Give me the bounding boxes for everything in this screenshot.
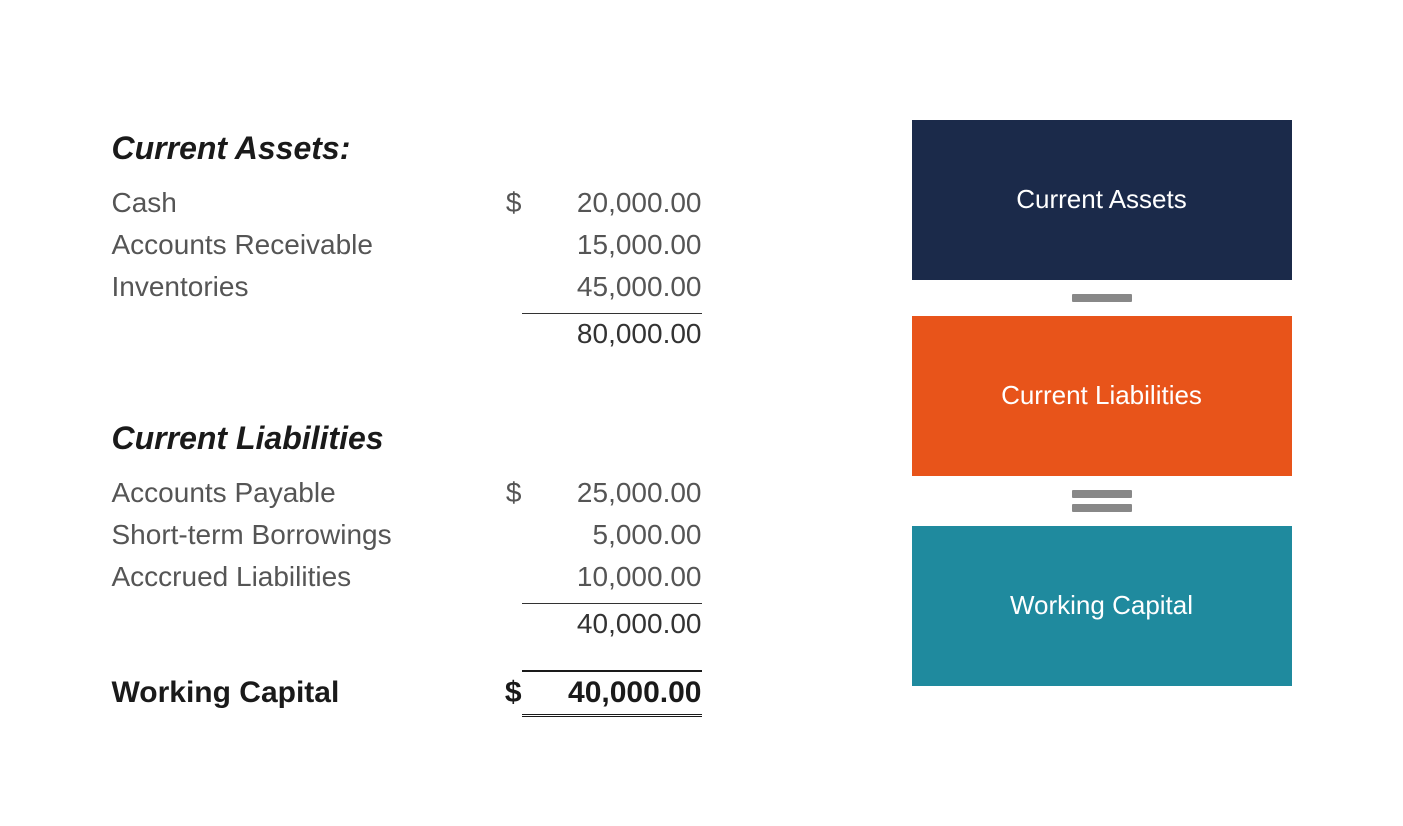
inventories-label: Inventories <box>112 271 492 303</box>
cash-row: Cash $ 20,000.00 <box>112 187 832 219</box>
accrued-liabilities-label: Acccrued Liabilities <box>112 561 492 593</box>
ap-dollar: $ <box>492 477 522 509</box>
short-term-borrowings-label: Short-term Borrowings <box>112 519 492 551</box>
current-liabilities-card-label: Current Liabilities <box>1001 380 1202 411</box>
accrued-liabilities-row: Acccrued Liabilities 10,000.00 <box>112 561 832 593</box>
cash-dollar: $ <box>492 187 522 219</box>
inventories-row: Inventories 45,000.00 <box>112 271 832 303</box>
accrued-liabilities-value: 10,000.00 <box>522 561 702 593</box>
minus-symbol <box>1072 280 1132 316</box>
current-assets-card: Current Assets <box>912 120 1292 280</box>
main-container: Current Assets: Cash $ 20,000.00 Account… <box>52 70 1352 757</box>
current-assets-header: Current Assets: <box>112 130 832 167</box>
short-term-borrowings-value: 5,000.00 <box>522 519 702 551</box>
working-capital-row: Working Capital $ 40,000.00 <box>112 670 832 717</box>
accounts-receivable-row: Accounts Receivable 15,000.00 <box>112 229 832 261</box>
current-assets-subtotal-row: 80,000.00 <box>112 313 832 350</box>
working-capital-card-label: Working Capital <box>1010 590 1193 621</box>
current-liabilities-subtotal: 40,000.00 <box>522 603 702 640</box>
cash-label: Cash <box>112 187 492 219</box>
accounts-payable-value: 25,000.00 <box>522 477 702 509</box>
accounts-payable-row: Accounts Payable $ 25,000.00 <box>112 477 832 509</box>
accounts-receivable-label: Accounts Receivable <box>112 229 492 261</box>
minus-bar <box>1072 294 1132 302</box>
current-liabilities-subtotal-row: 40,000.00 <box>112 603 832 640</box>
current-liabilities-card: Current Liabilities <box>912 316 1292 476</box>
working-capital-label: Working Capital <box>112 676 492 710</box>
cash-value: 20,000.00 <box>522 187 702 219</box>
working-capital-value: 40,000.00 <box>522 670 702 717</box>
equals-bar-top <box>1072 490 1132 498</box>
inventories-value: 45,000.00 <box>522 271 702 303</box>
working-capital-dollar: $ <box>492 676 522 710</box>
left-panel: Current Assets: Cash $ 20,000.00 Account… <box>112 110 832 717</box>
working-capital-card: Working Capital <box>912 526 1292 686</box>
current-assets-subtotal: 80,000.00 <box>522 313 702 350</box>
accounts-receivable-value: 15,000.00 <box>522 229 702 261</box>
short-term-borrowings-row: Short-term Borrowings 5,000.00 <box>112 519 832 551</box>
accounts-payable-label: Accounts Payable <box>112 477 492 509</box>
current-liabilities-header: Current Liabilities <box>112 420 832 457</box>
equals-bar-bottom <box>1072 504 1132 512</box>
section-gap-1 <box>112 380 832 420</box>
current-assets-card-label: Current Assets <box>1016 184 1187 215</box>
right-panel: Current Assets Current Liabilities Worki… <box>912 110 1292 686</box>
equals-symbol <box>1072 476 1132 526</box>
